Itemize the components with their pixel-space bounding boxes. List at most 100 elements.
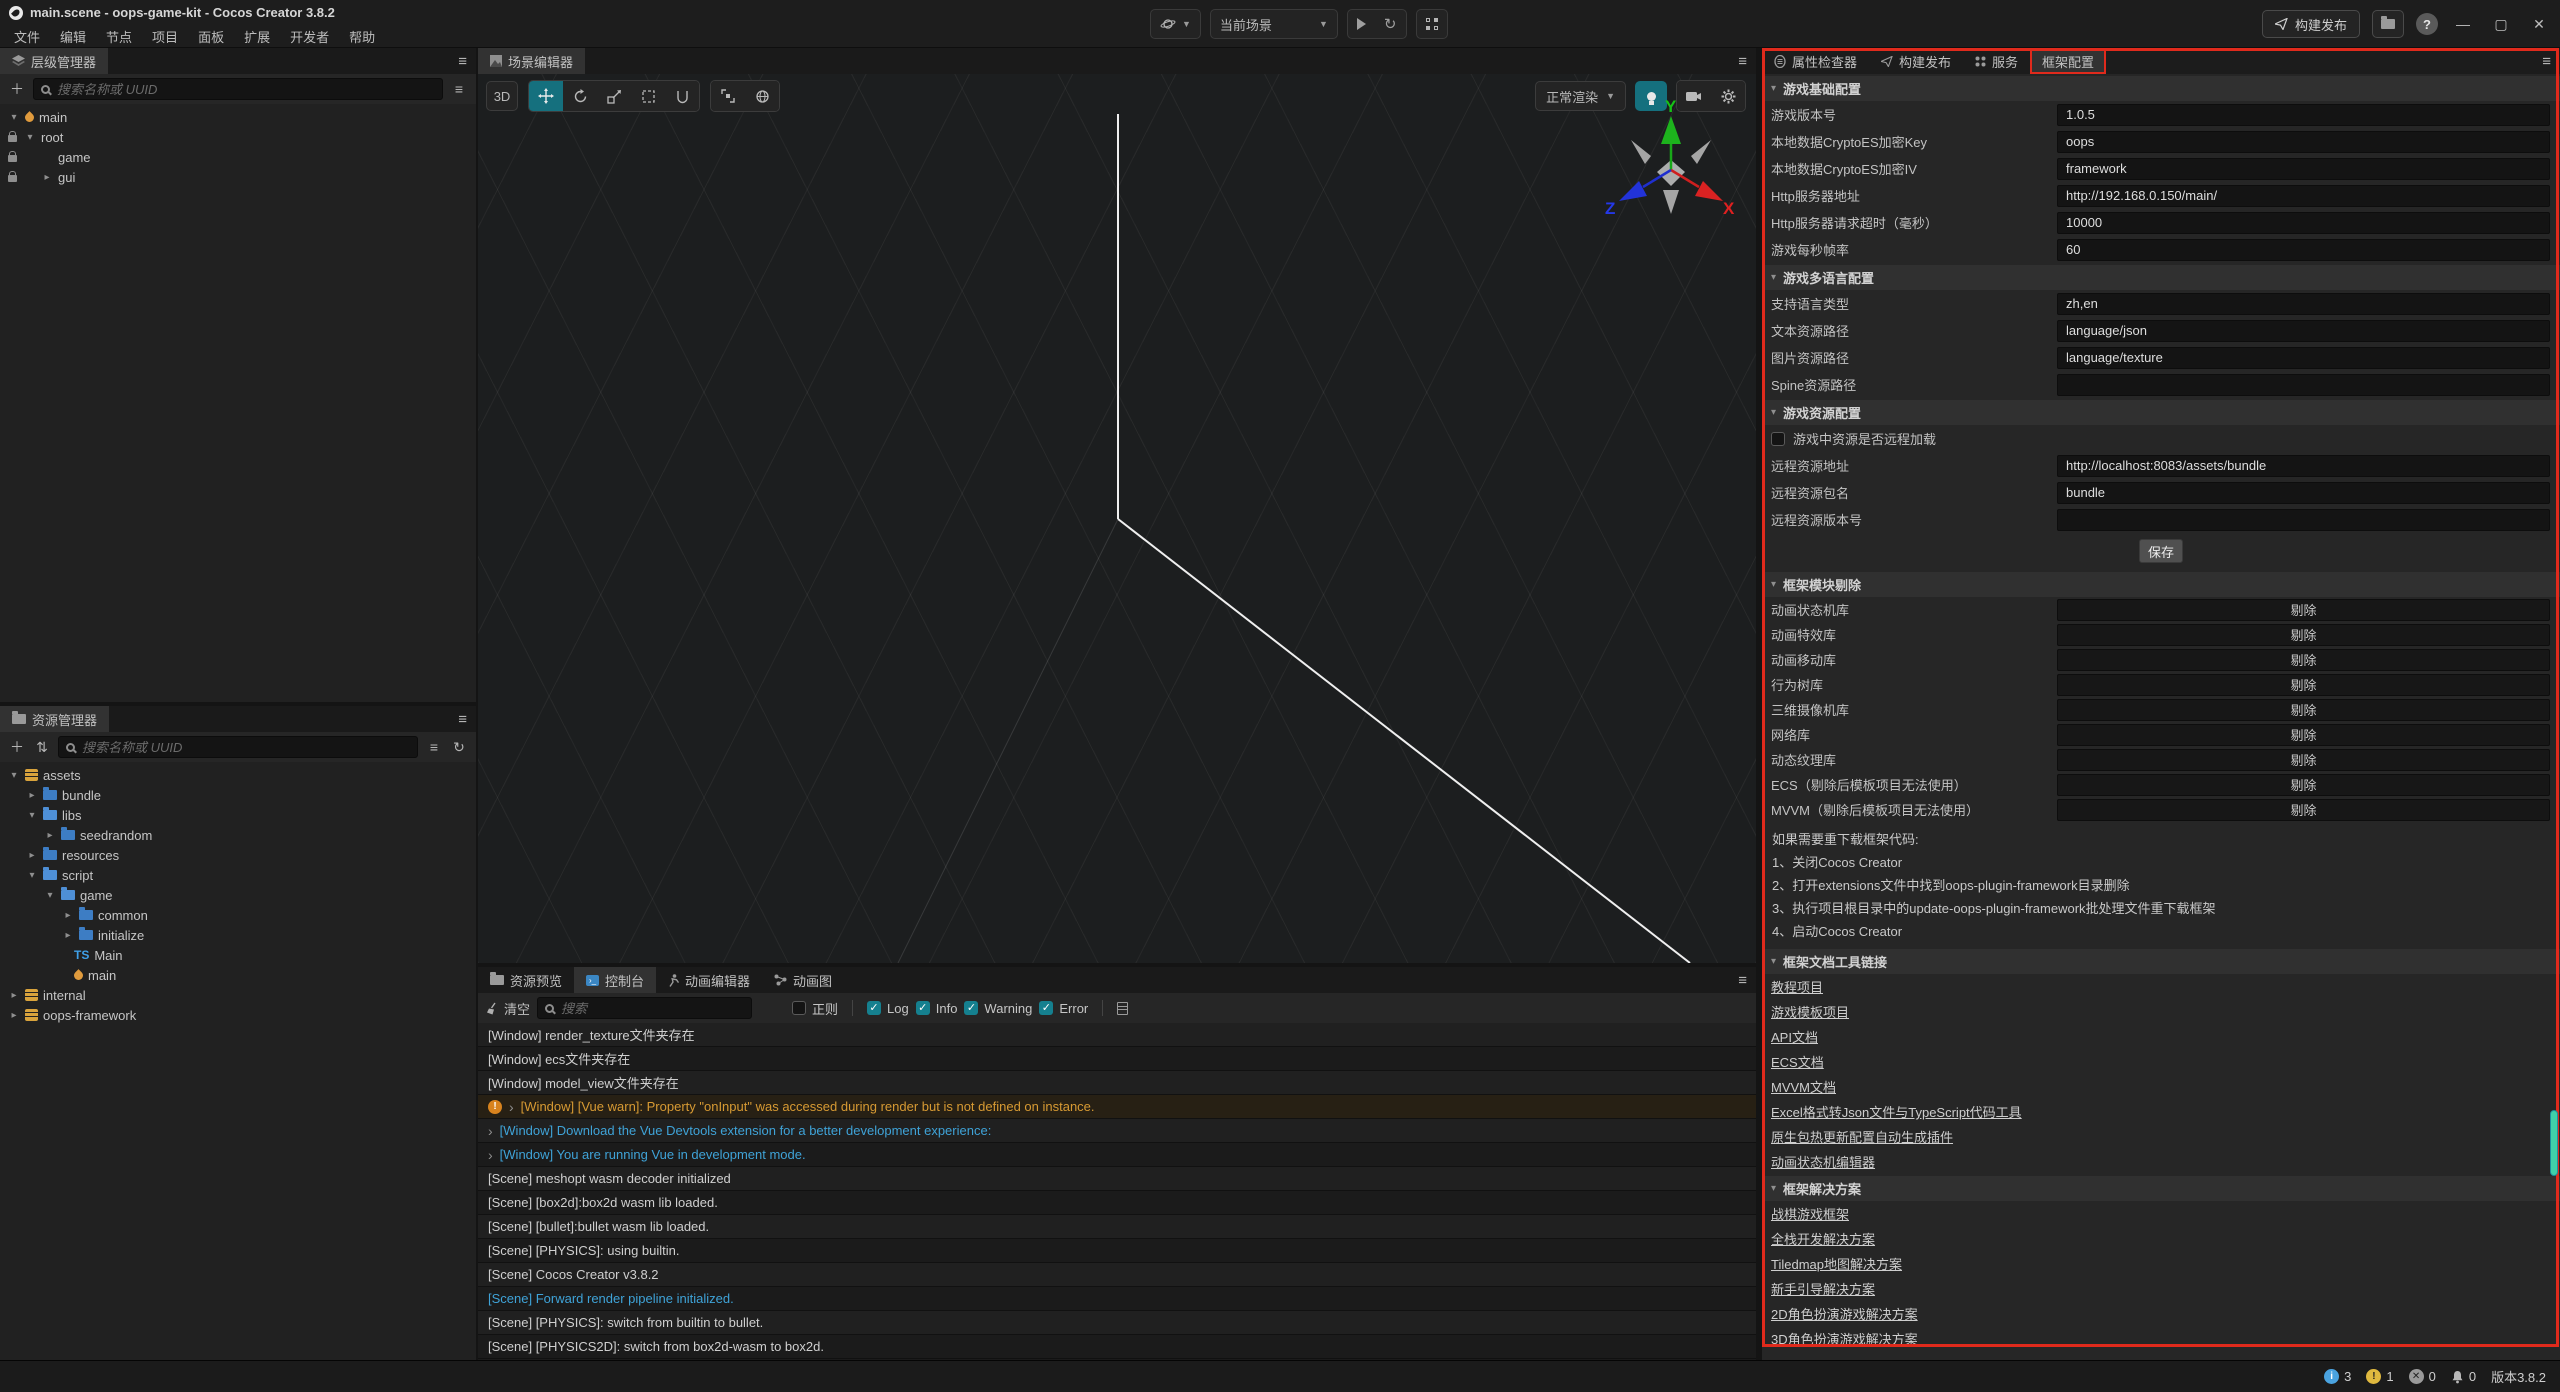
doc-link[interactable]: API文档: [1771, 1027, 1818, 1046]
doc-link[interactable]: 教程项目: [1771, 977, 1823, 996]
tab-console[interactable]: ›_ 控制台: [574, 967, 656, 993]
log-row[interactable]: ›[Window] You are running Vue in develop…: [478, 1143, 1756, 1167]
solution-link[interactable]: 全栈开发解决方案: [1771, 1229, 1875, 1248]
section-doc-links[interactable]: ▾框架文档工具链接: [1762, 949, 2560, 974]
console-search-input[interactable]: [561, 1001, 744, 1016]
gizmo-tool-button[interactable]: [665, 81, 699, 111]
doc-link[interactable]: ECS文档: [1771, 1052, 1824, 1071]
lock-icon[interactable]: [8, 155, 17, 162]
crypto-key-input[interactable]: [2057, 131, 2550, 153]
open-project-folder-button[interactable]: [2372, 10, 2404, 38]
tab-build-publish[interactable]: 构建发布: [1869, 48, 1963, 74]
save-button[interactable]: 保存: [2139, 539, 2183, 563]
section-language-config[interactable]: ▾游戏多语言配置: [1762, 265, 2560, 290]
log-row[interactable]: [Scene] meshopt wasm decoder initialized: [478, 1167, 1756, 1191]
pivot-toggle-button[interactable]: [711, 81, 745, 111]
menu-node[interactable]: 节点: [96, 27, 142, 46]
collapse-icon[interactable]: ▾: [8, 770, 20, 781]
asset-node[interactable]: ▸resources: [0, 845, 476, 865]
asset-node[interactable]: ▸seedrandom: [0, 825, 476, 845]
asset-node[interactable]: main: [0, 965, 476, 985]
sort-assets-icon[interactable]: ⇅: [33, 739, 51, 756]
log-row-warning[interactable]: !›[Window] [Vue warn]: Property "onInput…: [478, 1095, 1756, 1119]
collapse-icon[interactable]: ▾: [44, 890, 56, 901]
log-row[interactable]: [Scene] [PHYSICS]: switch from builtin t…: [478, 1311, 1756, 1335]
asset-node[interactable]: ▸oops-framework: [0, 1005, 476, 1025]
lang-json-path-input[interactable]: [2057, 320, 2550, 342]
fps-input[interactable]: [2057, 239, 2550, 261]
tree-node-root[interactable]: ▾root: [0, 127, 476, 147]
remove-module-button[interactable]: 剔除: [2057, 774, 2550, 796]
crypto-iv-input[interactable]: [2057, 158, 2550, 180]
inspector-scrollbar[interactable]: [2550, 1110, 2558, 1176]
expand-icon[interactable]: ›: [488, 1148, 493, 1162]
section-module-trim[interactable]: ▾框架模块剔除: [1762, 572, 2560, 597]
tree-node-main[interactable]: ▾main: [0, 107, 476, 127]
help-button[interactable]: ?: [2416, 13, 2438, 35]
menu-panel[interactable]: 面板: [188, 27, 234, 46]
filter-log-checkbox[interactable]: ✓Log: [867, 1001, 909, 1016]
asset-node[interactable]: TSMain: [0, 945, 476, 965]
remove-module-button[interactable]: 剔除: [2057, 624, 2550, 646]
lock-icon[interactable]: [8, 175, 17, 182]
log-row[interactable]: [Scene] Forward render pipeline initiali…: [478, 1287, 1756, 1311]
http-timeout-input[interactable]: [2057, 212, 2550, 234]
rotate-tool-button[interactable]: [563, 81, 597, 111]
console-search[interactable]: [537, 997, 752, 1019]
doc-link[interactable]: MVVM文档: [1771, 1077, 1836, 1096]
mode-3d-toggle[interactable]: 3D: [486, 81, 518, 111]
warning-count[interactable]: !1: [2366, 1369, 2393, 1384]
section-basic-config[interactable]: ▾游戏基础配置: [1762, 76, 2560, 101]
collapse-icon[interactable]: ▾: [26, 810, 38, 821]
remove-module-button[interactable]: 剔除: [2057, 724, 2550, 746]
solution-link[interactable]: 2D角色扮演游戏解决方案: [1771, 1304, 1918, 1323]
assets-menu-icon[interactable]: ≡: [458, 706, 467, 732]
hierarchy-search[interactable]: [33, 78, 443, 100]
log-row[interactable]: [Window] model_view文件夹存在: [478, 1071, 1756, 1095]
asset-node[interactable]: ▸common: [0, 905, 476, 925]
asset-node[interactable]: ▾libs: [0, 805, 476, 825]
minimize-button[interactable]: —: [2450, 16, 2476, 32]
languages-input[interactable]: [2057, 293, 2550, 315]
remove-module-button[interactable]: 剔除: [2057, 599, 2550, 621]
remove-module-button[interactable]: 剔除: [2057, 674, 2550, 696]
menu-extension[interactable]: 扩展: [234, 27, 280, 46]
remove-module-button[interactable]: 剔除: [2057, 749, 2550, 771]
filter-info-checkbox[interactable]: ✓Info: [916, 1001, 958, 1016]
remote-load-checkbox[interactable]: ✓游戏中资源是否远程加载: [1762, 425, 2560, 452]
expand-icon[interactable]: ▸: [26, 790, 38, 801]
lang-texture-path-input[interactable]: [2057, 347, 2550, 369]
assets-filter-icon[interactable]: ≡: [425, 739, 443, 755]
log-file-icon[interactable]: [1117, 1002, 1128, 1015]
assets-search-input[interactable]: [82, 740, 410, 755]
inspector-menu-icon[interactable]: ≡: [2542, 48, 2551, 74]
hierarchy-filter-icon[interactable]: ≡: [450, 81, 468, 97]
move-tool-button[interactable]: [529, 81, 563, 111]
coordinate-toggle-button[interactable]: [745, 81, 779, 111]
play-button[interactable]: [1348, 10, 1375, 38]
create-node-button[interactable]: ＋: [8, 79, 26, 99]
tree-node-game[interactable]: game: [0, 147, 476, 167]
asset-node[interactable]: ▸bundle: [0, 785, 476, 805]
current-scene-dropdown[interactable]: 当前场景 ▼: [1210, 9, 1338, 39]
preview-qr-button[interactable]: [1417, 10, 1447, 38]
log-row[interactable]: [Scene] [PHYSICS]: using builtin.: [478, 1239, 1756, 1263]
doc-link[interactable]: Excel格式转Json文件与TypeScript代码工具: [1771, 1102, 2022, 1121]
asset-node[interactable]: ▸initialize: [0, 925, 476, 945]
scale-tool-button[interactable]: [597, 81, 631, 111]
rect-tool-button[interactable]: [631, 81, 665, 111]
section-solutions[interactable]: ▾框架解决方案: [1762, 1176, 2560, 1201]
console-menu-icon[interactable]: ≡: [1738, 967, 1747, 993]
expand-icon[interactable]: ▸: [26, 850, 38, 861]
hierarchy-search-input[interactable]: [57, 82, 435, 97]
create-asset-button[interactable]: ＋: [8, 737, 26, 757]
doc-link[interactable]: 动画状态机编辑器: [1771, 1152, 1875, 1171]
remove-module-button[interactable]: 剔除: [2057, 799, 2550, 821]
tab-assets[interactable]: 资源管理器: [0, 706, 109, 732]
scene-menu-icon[interactable]: ≡: [1738, 48, 1747, 74]
game-version-input[interactable]: [2057, 104, 2550, 126]
orientation-gizmo[interactable]: Y X Z: [1596, 95, 1746, 245]
collapse-icon[interactable]: ▾: [26, 870, 38, 881]
expand-icon[interactable]: ›: [488, 1124, 493, 1138]
log-row[interactable]: [Scene] [bullet]:bullet wasm lib loaded.: [478, 1215, 1756, 1239]
